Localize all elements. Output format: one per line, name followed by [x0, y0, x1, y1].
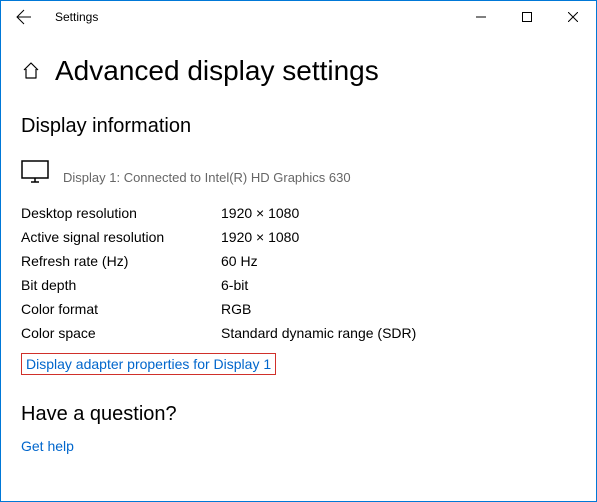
table-row: Bit depth 6-bit	[21, 273, 576, 297]
prop-value: 60 Hz	[221, 253, 258, 269]
window-controls	[458, 1, 596, 33]
table-row: Active signal resolution 1920 × 1080	[21, 225, 576, 249]
back-button[interactable]	[1, 1, 47, 33]
close-button[interactable]	[550, 1, 596, 33]
prop-value: Standard dynamic range (SDR)	[221, 325, 416, 341]
prop-label: Color format	[21, 301, 221, 317]
prop-label: Desktop resolution	[21, 205, 221, 221]
app-title: Settings	[55, 10, 98, 24]
get-help-link[interactable]: Get help	[21, 438, 74, 454]
prop-value: 1920 × 1080	[221, 205, 299, 221]
prop-label: Color space	[21, 325, 221, 341]
page-title: Advanced display settings	[55, 55, 379, 87]
prop-value: 1920 × 1080	[221, 229, 299, 245]
maximize-icon	[522, 12, 532, 22]
prop-value: 6-bit	[221, 277, 248, 293]
table-row: Color space Standard dynamic range (SDR)	[21, 321, 576, 345]
maximize-button[interactable]	[504, 1, 550, 33]
section-title-display-info: Display information	[21, 115, 576, 138]
minimize-icon	[476, 12, 486, 22]
arrow-left-icon	[16, 9, 32, 25]
display-device-label: Display 1: Connected to Intel(R) HD Grap…	[63, 170, 351, 187]
prop-value: RGB	[221, 301, 251, 317]
table-row: Refresh rate (Hz) 60 Hz	[21, 249, 576, 273]
page-header: Advanced display settings	[21, 55, 576, 87]
content-area: Advanced display settings Display inform…	[1, 55, 596, 474]
titlebar: Settings	[1, 1, 596, 33]
highlight-box: Display adapter properties for Display 1	[21, 353, 276, 375]
monitor-icon	[21, 160, 49, 187]
display-adapter-properties-link[interactable]: Display adapter properties for Display 1	[26, 356, 271, 372]
home-icon[interactable]	[21, 61, 41, 81]
table-row: Desktop resolution 1920 × 1080	[21, 201, 576, 225]
prop-label: Refresh rate (Hz)	[21, 253, 221, 269]
display-properties-table: Desktop resolution 1920 × 1080 Active si…	[21, 201, 576, 345]
table-row: Color format RGB	[21, 297, 576, 321]
prop-label: Active signal resolution	[21, 229, 221, 245]
display-device-row: Display 1: Connected to Intel(R) HD Grap…	[21, 160, 576, 187]
section-title-question: Have a question?	[21, 403, 576, 426]
minimize-button[interactable]	[458, 1, 504, 33]
prop-label: Bit depth	[21, 277, 221, 293]
close-icon	[568, 12, 578, 22]
